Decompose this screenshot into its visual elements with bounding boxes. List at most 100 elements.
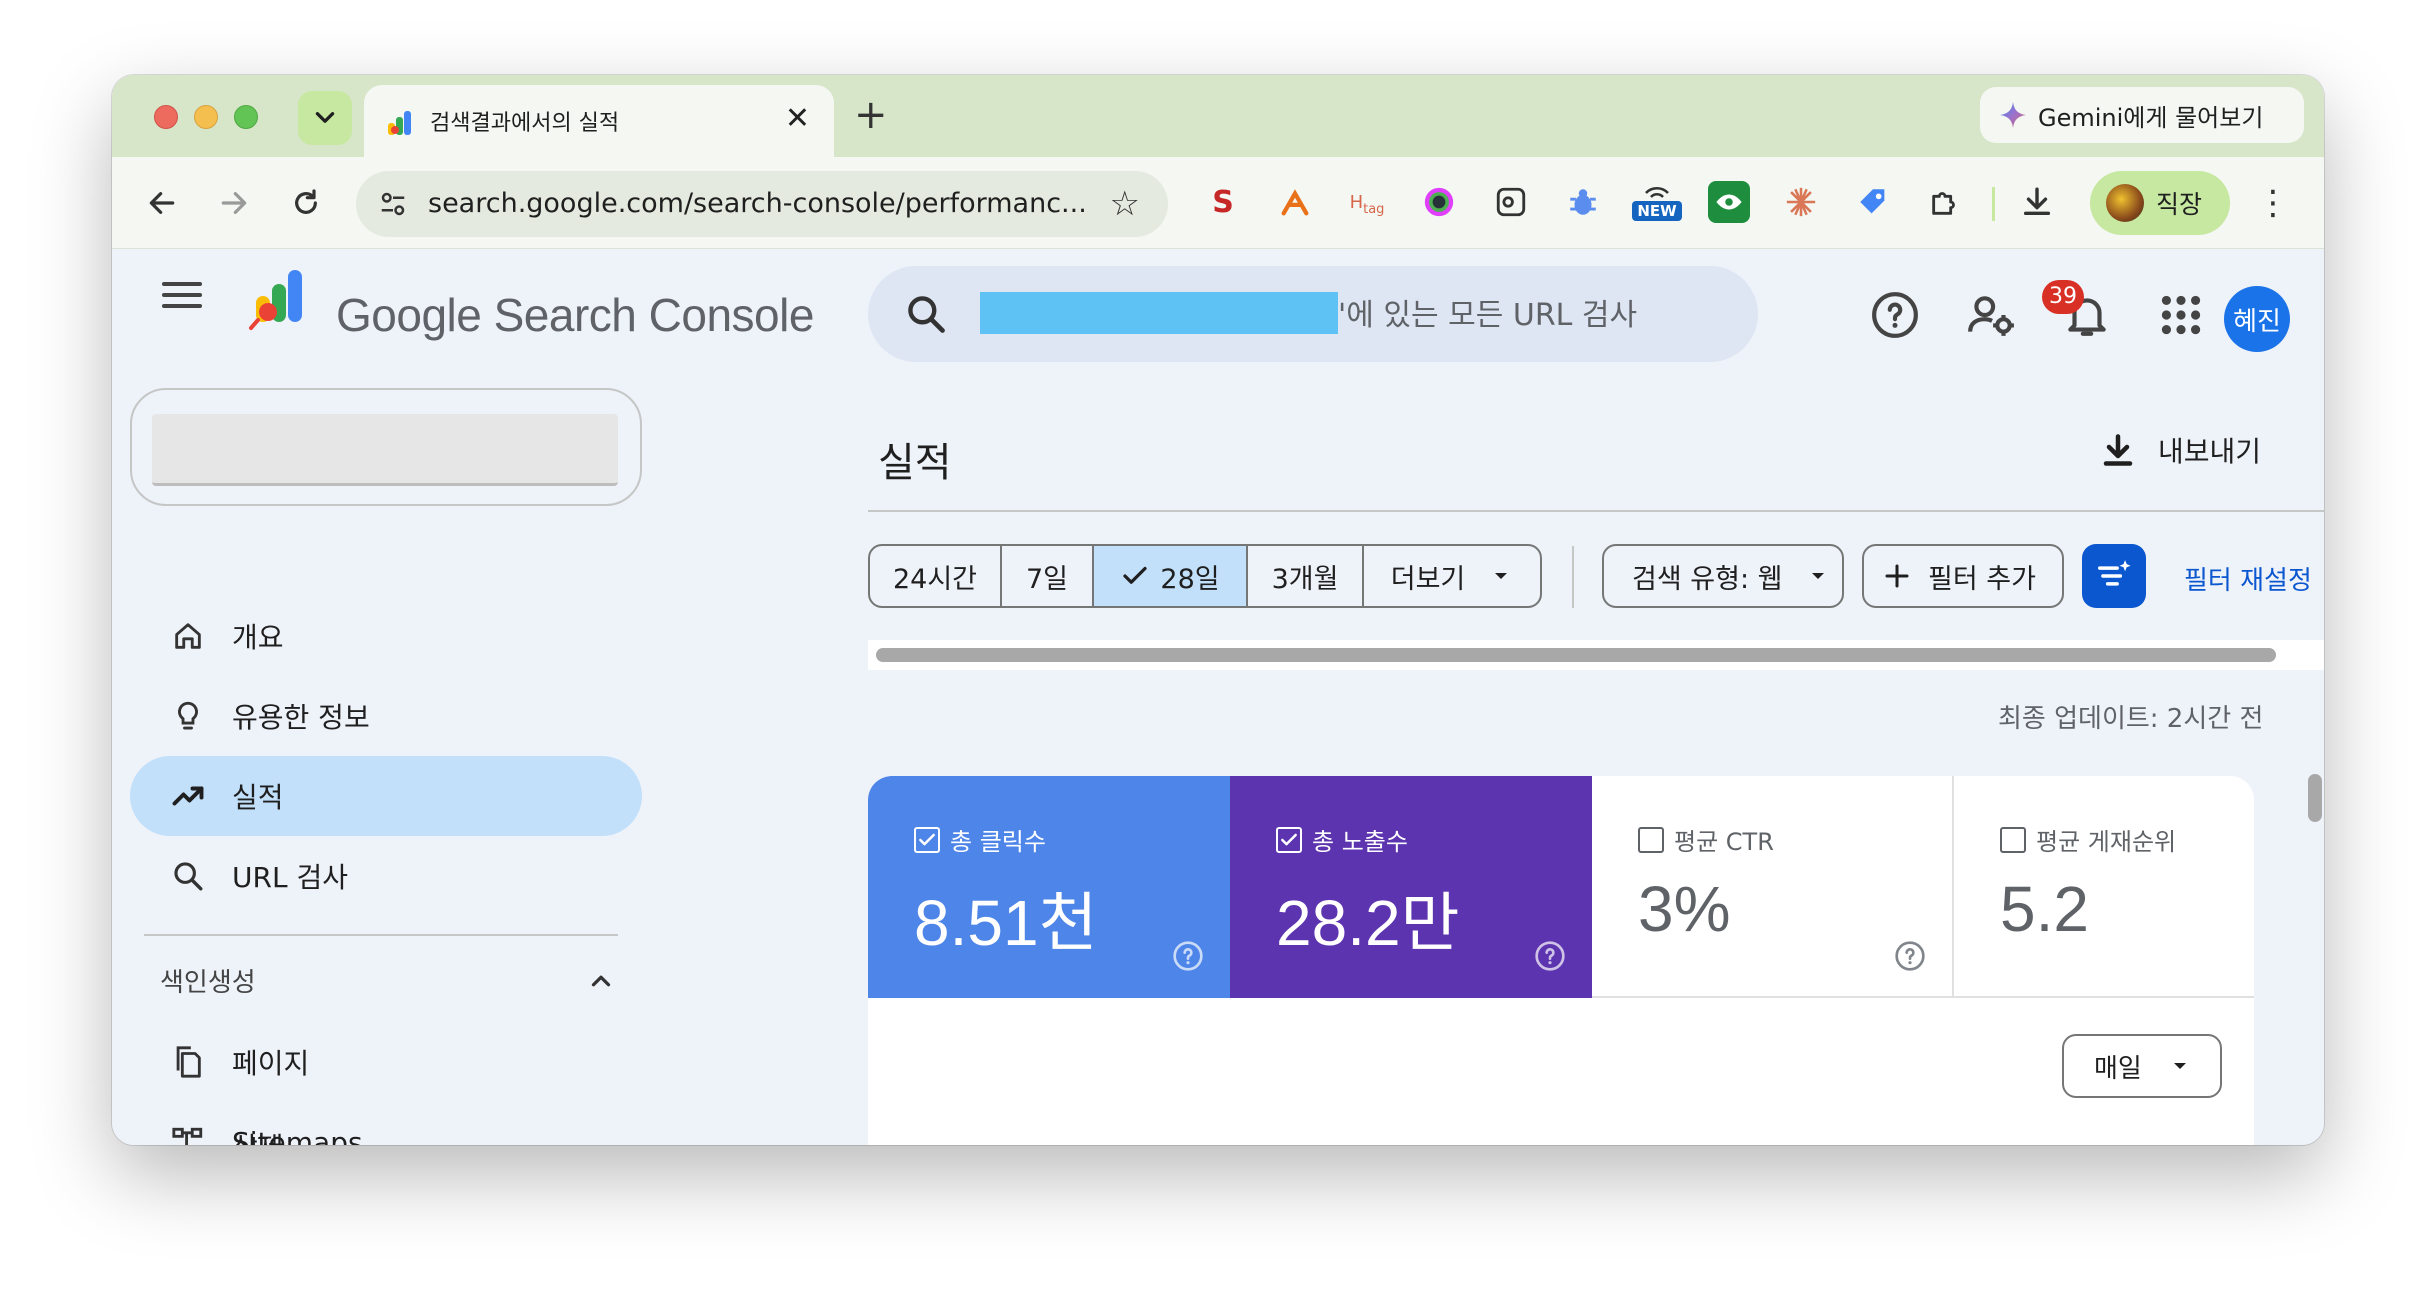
- url-inspection-search[interactable]: '에 있는 모든 URL 검사: [868, 266, 1758, 362]
- dropdown-arrow-icon: [2173, 1063, 2186, 1069]
- metric-checkbox[interactable]: [1638, 826, 1664, 853]
- granularity-dropdown[interactable]: 매일: [2062, 1034, 2222, 1098]
- search-type-chip[interactable]: 검색 유형: 웹: [1602, 544, 1844, 608]
- toolbar-divider: [1992, 187, 1995, 221]
- sidebar-item-overview[interactable]: 개요: [130, 596, 642, 676]
- back-button[interactable]: [142, 183, 182, 223]
- eye-extension-icon[interactable]: [1708, 181, 1750, 223]
- active-tab[interactable]: 검색결과에서의 실적 ✕: [364, 85, 834, 157]
- tab-search-button[interactable]: [298, 91, 352, 145]
- help-icon[interactable]: [1894, 940, 1926, 972]
- date-range-3m[interactable]: 3개월: [1248, 546, 1364, 606]
- sidebar-item-insights[interactable]: 유용한 정보: [130, 676, 642, 756]
- help-icon[interactable]: [1870, 290, 1920, 340]
- bookmark-star-icon[interactable]: ☆: [1110, 184, 1140, 224]
- date-range-more[interactable]: 더보기: [1364, 546, 1540, 606]
- asterisk-extension-icon[interactable]: [1780, 181, 1822, 223]
- title-divider: [868, 510, 2324, 512]
- eye-icon: [1716, 194, 1742, 210]
- date-range-7d[interactable]: 7일: [1002, 546, 1094, 606]
- close-window-button[interactable]: [154, 105, 178, 129]
- plus-icon: [1885, 564, 1909, 588]
- apps-grid-icon[interactable]: [2156, 290, 2206, 340]
- tag-extension-icon[interactable]: [1852, 181, 1894, 223]
- metric-value: 5.2: [2000, 873, 2089, 945]
- date-range-24h[interactable]: 24시간: [870, 546, 1002, 606]
- site-settings-icon[interactable]: [378, 189, 408, 219]
- export-button[interactable]: 내보내기: [2100, 420, 2261, 480]
- gemini-button[interactable]: Gemini에게 물어보기: [1980, 87, 2304, 143]
- sidebar-item-url-inspection[interactable]: URL 검사: [130, 836, 642, 916]
- download-icon: [2023, 187, 2051, 216]
- color-picker-extension-icon[interactable]: [1418, 181, 1460, 223]
- forward-button[interactable]: [214, 183, 254, 223]
- gemini-label: Gemini에게 물어보기: [2038, 103, 2264, 132]
- puzzle-icon: [1932, 192, 1955, 215]
- metric-card-clicks[interactable]: 총 클릭수 8.51천: [868, 776, 1230, 998]
- sidebar-item-pages[interactable]: 페이지: [130, 1022, 642, 1102]
- wifi-icon: [1645, 186, 1669, 198]
- search-icon: [908, 296, 945, 333]
- filter-options-button[interactable]: [2082, 544, 2146, 608]
- help-icon[interactable]: [1534, 940, 1566, 972]
- chevron-up-icon[interactable]: [586, 966, 616, 996]
- search-placeholder: '에 있는 모든 URL 검사: [1338, 298, 1638, 333]
- account-avatar[interactable]: 혜진: [2224, 286, 2290, 352]
- tab-strip: 검색결과에서의 실적 ✕ + Gemini에게 물어보기: [112, 75, 2324, 157]
- sidebar-item-removals[interactable]: 삭제: [232, 1126, 284, 1145]
- add-filter-button[interactable]: 필터 추가: [1862, 544, 2064, 608]
- htag-extension-icon[interactable]: Htag: [1346, 181, 1388, 223]
- home-icon: [175, 623, 201, 649]
- sidebar-item-performance[interactable]: 실적: [130, 756, 642, 836]
- redacted-property: [152, 414, 618, 486]
- close-tab-icon[interactable]: ✕: [785, 101, 810, 137]
- sidebar-item-sitemaps[interactable]: Sitemaps: [130, 1102, 642, 1145]
- browser-menu-icon[interactable]: ⋮: [2256, 183, 2290, 223]
- metric-card-ctr[interactable]: 평균 CTR 3%: [1592, 776, 1954, 998]
- export-label: 내보내기: [2158, 435, 2262, 468]
- browser-toolbar: search.google.com/search-console/perform…: [112, 157, 2324, 249]
- downloads-button[interactable]: [2016, 181, 2058, 223]
- search-console-page: Google Search Console '에 있는 모든 URL 검사 39…: [112, 250, 2324, 1145]
- metric-checkbox[interactable]: [914, 826, 940, 853]
- search-console-favicon-icon: [388, 111, 411, 135]
- metric-card-impressions[interactable]: 총 노출수 28.2만: [1230, 776, 1592, 998]
- gemini-spark-icon: [2000, 102, 2026, 128]
- sidebar-item-label: 실적: [232, 781, 284, 814]
- metric-label: 총 클릭수: [950, 828, 1046, 856]
- tools-extension-icon[interactable]: [1274, 181, 1316, 223]
- minimize-window-button[interactable]: [194, 105, 218, 129]
- new-extension-icon[interactable]: NEW: [1630, 181, 1684, 223]
- metric-card-position[interactable]: 평균 게재순위 5.2: [1954, 776, 2254, 998]
- new-tab-button[interactable]: +: [854, 93, 888, 137]
- url-text[interactable]: search.google.com/search-console/perform…: [428, 188, 1087, 219]
- address-bar[interactable]: search.google.com/search-console/perform…: [356, 171, 1168, 237]
- date-range-28d[interactable]: 28일: [1094, 546, 1248, 606]
- horizontal-scrollbar[interactable]: [868, 640, 2324, 670]
- bug-extension-icon[interactable]: [1562, 181, 1604, 223]
- profile-button[interactable]: 직장: [2090, 171, 2230, 235]
- date-range-selector: 24시간 7일 28일 3개월 더보기: [868, 544, 1542, 608]
- reset-filters-link[interactable]: 필터 재설정: [2184, 560, 2312, 597]
- puzzle-extensions-icon[interactable]: [1924, 181, 1966, 223]
- asterisk-icon: [1786, 187, 1816, 217]
- help-icon[interactable]: [1172, 940, 1204, 972]
- menu-icon[interactable]: [162, 282, 202, 312]
- maximize-window-button[interactable]: [234, 105, 258, 129]
- profile-avatar: [2106, 184, 2144, 222]
- metric-checkbox[interactable]: [1276, 826, 1302, 853]
- metric-checkbox[interactable]: [2000, 826, 2026, 853]
- chevron-down-icon: [315, 112, 335, 123]
- sidebar-divider: [144, 934, 618, 936]
- screenshot-extension-icon[interactable]: [1490, 181, 1532, 223]
- property-selector[interactable]: [130, 388, 642, 506]
- reload-button[interactable]: [286, 183, 326, 223]
- filter-sparkle-icon: [2098, 560, 2131, 586]
- user-settings-icon[interactable]: [1966, 290, 2016, 340]
- seo-extension-icon[interactable]: Stag: [1202, 181, 1244, 223]
- metrics-divider: [1592, 996, 2254, 998]
- vertical-scrollbar[interactable]: [2308, 774, 2322, 822]
- check-icon: [1123, 566, 1148, 584]
- arrow-left-icon: [149, 192, 175, 214]
- screenshot-icon: [1496, 187, 1526, 217]
